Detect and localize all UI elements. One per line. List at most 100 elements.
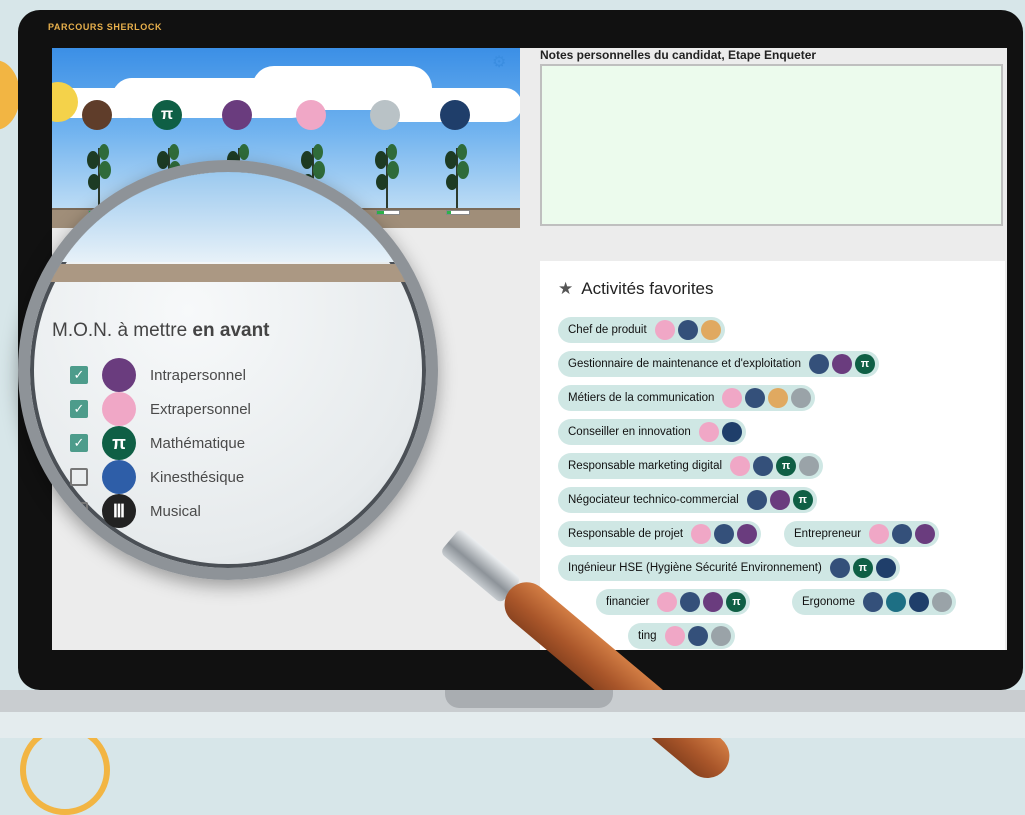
blue-intelligence-icon [829,558,850,578]
purple-intelligence-icon [769,490,790,510]
favorite-activity-chip[interactable]: Métiers de la communication [558,385,816,411]
moon-option-row[interactable]: Kinesthésique [70,460,244,494]
mathematique-medal-icon: π [152,100,182,130]
chip-label: financier [606,596,650,608]
teal-intelligence-icon [886,592,907,612]
gold-intelligence-icon [768,388,789,408]
grey-intelligence-icon [710,626,731,646]
pink-intelligence-icon [657,592,678,612]
purple-intelligence-icon [737,524,758,544]
grey-intelligence-icon [791,388,812,408]
intelligence-avatar-icon: π [102,426,136,460]
favorite-activity-chip[interactable]: Conseiller en innovation [558,419,746,445]
pink-intelligence-icon [691,524,712,544]
checked-checkbox[interactable]: ✓ [70,366,88,384]
moon-option-label: Extrapersonnel [150,400,251,418]
decorative-orange-circle-bottom [20,725,110,815]
checked-checkbox[interactable]: ✓ [70,434,88,452]
laptop-notch [445,690,613,708]
pink-intelligence-icon [654,320,675,340]
blue-intelligence-icon [809,354,829,374]
growth-meter [446,210,470,215]
chip-label: Chef de produit [568,324,647,336]
green-intelligence-icon: π [792,490,813,510]
brand-title: PARCOURS SHERLOCK [48,22,163,32]
intelligence-avatar-icon [102,460,136,494]
moon-option-label: Mathématique [150,434,246,452]
chip-label: Conseiller en innovation [568,426,691,438]
green-intelligence-icon: π [776,456,797,476]
blue-intelligence-icon [746,490,767,510]
unchecked-checkbox[interactable] [70,502,88,520]
favorite-activity-chip[interactable]: Responsable marketing digital π [558,453,824,479]
favorite-activity-chip[interactable]: ting [628,623,735,649]
green-intelligence-icon: π [852,558,873,578]
blue-intelligence-icon [687,626,708,646]
favorite-activity-chip[interactable]: Chef de produit [558,317,725,343]
moon-title: M.O.N. à mettre en avant [52,320,270,341]
blue-intelligence-icon [677,320,698,340]
intrapersonnel-medal-icon [222,100,252,130]
favorite-activity-chip[interactable]: Gestionnaire de maintenance et d'exploit… [558,351,879,377]
spatial-medal-icon [370,100,400,130]
moon-option-label: Kinesthésique [150,468,245,486]
purple-intelligence-icon [832,354,852,374]
decorative-orange-circle [0,60,20,130]
chip-label: Responsable de projet [568,528,684,540]
chip-label: Responsable marketing digital [568,460,723,472]
green-intelligence-icon: π [726,592,747,612]
notes-textarea[interactable] [540,64,1003,226]
notes-title: Notes personnelles du candidat, Etape En… [540,48,817,62]
moon-option-label: Intrapersonnel [150,366,246,384]
pink-intelligence-icon [730,456,751,476]
grey-intelligence-icon [799,456,820,476]
favorite-activity-chip[interactable]: Négociateur technico-commercial π [558,487,817,513]
favorite-activity-chip[interactable]: financier π [596,589,751,615]
blue-intelligence-icon [714,524,735,544]
chip-label: Entrepreneur [794,528,862,540]
chip-label: Ingénieur HSE (Hygiène Sécurité Environn… [568,562,822,574]
blue-intelligence-icon [753,456,774,476]
moon-option-row[interactable]: ✓ π Mathématique [70,426,245,460]
purple-intelligence-icon [703,592,724,612]
intelligence-avatar-icon [102,358,136,392]
chip-label: ting [638,630,657,642]
floor [0,712,1025,738]
moon-option-row[interactable]: ✓ Intrapersonnel [70,358,246,392]
chip-label: Métiers de la communication [568,392,715,404]
favorites-title: Activités favorites [581,279,714,298]
plant-icon [444,140,470,215]
favorite-activity-chip[interactable]: Responsable de projet [558,521,762,547]
settings-gear-icon[interactable]: ⚙ [492,52,510,71]
favorite-activity-chip[interactable]: Entrepreneur [784,521,940,547]
blue-intelligence-icon [863,592,884,612]
grey-intelligence-icon [932,592,953,612]
moon-option-row[interactable]: Ⅲ Musical [70,494,201,528]
chip-label: Gestionnaire de maintenance et d'exploit… [568,358,801,370]
navy-intelligence-icon [909,592,930,612]
pink-intelligence-icon [869,524,890,544]
navy-intelligence-icon [721,422,742,442]
moon-option-row[interactable]: ✓ Extrapersonnel [70,392,251,426]
pink-intelligence-icon [698,422,719,442]
favorites-card: ★ Activités favorites Chef de produit Ges… [540,261,1005,650]
gold-intelligence-icon [700,320,721,340]
favorite-activity-chip[interactable]: Ergonome [792,589,957,615]
green-intelligence-icon: π [855,354,875,374]
chip-label: Ergonome [802,596,856,608]
checked-checkbox[interactable]: ✓ [70,400,88,418]
existentiel-medal-icon [440,100,470,130]
favorite-activity-chip[interactable]: Ingénieur HSE (Hygiène Sécurité Environn… [558,555,900,581]
unchecked-checkbox[interactable] [70,468,88,486]
purple-intelligence-icon [915,524,936,544]
magnifying-glass-lens: M.O.N. à mettre en avant ✓ Intrapersonnel… [18,160,438,580]
pink-intelligence-icon [722,388,743,408]
moon-option-label: Musical [150,502,201,520]
blue-intelligence-icon [680,592,701,612]
star-icon: ★ [558,279,574,298]
blue-intelligence-icon [892,524,913,544]
pink-intelligence-icon [664,626,685,646]
extrapersonnel-medal-icon [296,100,326,130]
blue-intelligence-icon [745,388,766,408]
naturaliste-medal-icon [82,100,112,130]
